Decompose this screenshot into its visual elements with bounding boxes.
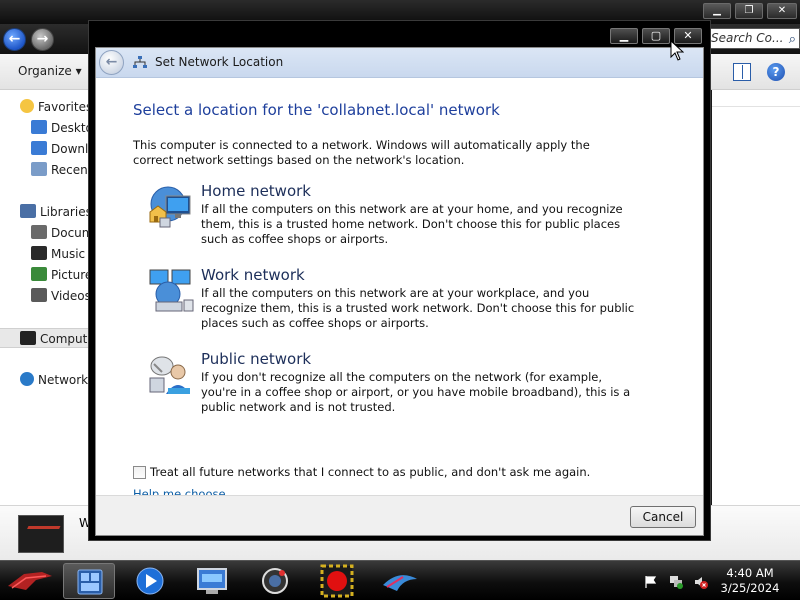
main-instruction: Select a location for the 'collabnet.loc… [133,101,500,119]
network-tray-icon[interactable] [669,575,683,589]
public-network-title[interactable]: Public network [201,350,311,368]
home-network-title[interactable]: Home network [201,182,311,200]
explorer-maximize-button[interactable]: ❐ [735,3,763,19]
work-network-description: If all the computers on this network are… [201,286,635,330]
help-icon[interactable]: ? [767,63,785,81]
explorer-content-pane [712,90,800,505]
sidebar-item-label: Videos [51,289,91,303]
network-center-icon [197,568,227,594]
cancel-button[interactable]: Cancel [630,506,696,528]
clock-time: 4:40 AM [726,566,774,580]
search-icon[interactable]: ⌕ [789,30,796,48]
dialog-back-button[interactable]: ← [99,50,124,75]
mouse-cursor-icon [670,40,684,61]
dialog-header-band: ← Set Network Location [96,48,703,78]
work-network-icon [149,269,194,312]
dialog-client-area: ← Set Network Location Select a location… [95,47,704,536]
preview-pane-icon[interactable] [733,63,751,81]
start-button-icon[interactable] [2,562,58,600]
computer-thumbnail-icon [18,515,64,553]
sidebar-item-label: Music [51,247,86,261]
intro-text: This computer is connected to a network.… [133,138,590,167]
taskbar-media-player-button[interactable] [124,563,176,599]
dialog-minimize-button[interactable]: ▁ [610,28,638,44]
home-network-icon [149,186,191,228]
taskbar-explorer-button[interactable] [63,563,115,599]
work-network-title[interactable]: Work network [201,266,305,284]
taskbar-rog-app-button[interactable] [373,563,425,599]
explorer-minimize-button[interactable]: ▁ [703,3,731,19]
home-network-option[interactable]: Home network If all the computers on thi… [146,182,646,256]
taskbar: 4:40 AM 3/25/2024 [0,560,800,600]
treat-as-public-row[interactable]: Treat all future networks that I connect… [133,465,653,481]
organize-button[interactable]: Organize ▾ [18,64,82,78]
computer-icon [20,331,36,345]
explorer-navigation-pane: Favorites Desktop Downloads Recent Place… [0,90,121,505]
work-network-option[interactable]: Work network If all the computers on thi… [146,266,646,340]
recent-places-icon [31,162,47,176]
explorer-icon [77,569,103,595]
downloads-icon [31,141,47,155]
music-icon [31,246,47,260]
set-network-location-dialog: ▁ ▢ ✕ ← Set Network Location Select a lo… [88,20,711,541]
rog-app-icon [383,575,417,591]
camera-icon [262,568,288,594]
explorer-search-input[interactable]: Search Co... ⌕ [708,28,800,49]
network-icon [133,56,147,68]
videos-icon [31,288,47,302]
sidebar-item-label: Favorites [38,100,93,114]
public-network-description: If you don't recognize all the computers… [201,370,631,414]
clock-date: 3/25/2024 [720,581,780,595]
volume-muted-icon[interactable] [694,575,708,589]
dialog-maximize-button[interactable]: ▢ [642,28,670,44]
treat-as-public-label[interactable]: Treat all future networks that I connect… [150,465,590,479]
sidebar-item-label: Computer [40,332,90,346]
pictures-icon [31,267,47,281]
search-input-placeholder: Search Co... [711,31,784,45]
home-network-description: If all the computers on this network are… [201,202,623,246]
sidebar-item-label: Network [38,373,89,387]
sidebar-item-label: Libraries [40,205,92,219]
system-clock[interactable]: 4:40 AM 3/25/2024 [720,566,780,596]
treat-as-public-checkbox[interactable] [133,466,146,479]
back-arrow-icon[interactable]: ← [3,28,26,51]
documents-icon [31,225,47,239]
taskbar-record-button[interactable] [311,563,363,599]
action-center-flag-icon[interactable] [644,575,658,589]
forward-arrow-icon[interactable]: → [31,28,54,51]
taskbar-camera-button[interactable] [249,563,301,599]
sidebar-item-computer[interactable]: Computer [0,328,90,348]
public-network-option[interactable]: Public network If you don't recognize al… [146,350,646,424]
network-globe-icon [20,372,34,386]
media-player-icon [136,567,164,595]
star-icon [20,99,34,113]
record-icon [320,564,354,598]
public-network-icon [149,356,190,394]
dialog-footer: Cancel [96,495,703,535]
dialog-title: Set Network Location [155,55,284,69]
desktop-icon [31,120,47,134]
taskbar-network-center-button[interactable] [186,563,238,599]
libraries-icon [20,204,36,218]
explorer-close-button[interactable]: ✕ [767,3,797,19]
